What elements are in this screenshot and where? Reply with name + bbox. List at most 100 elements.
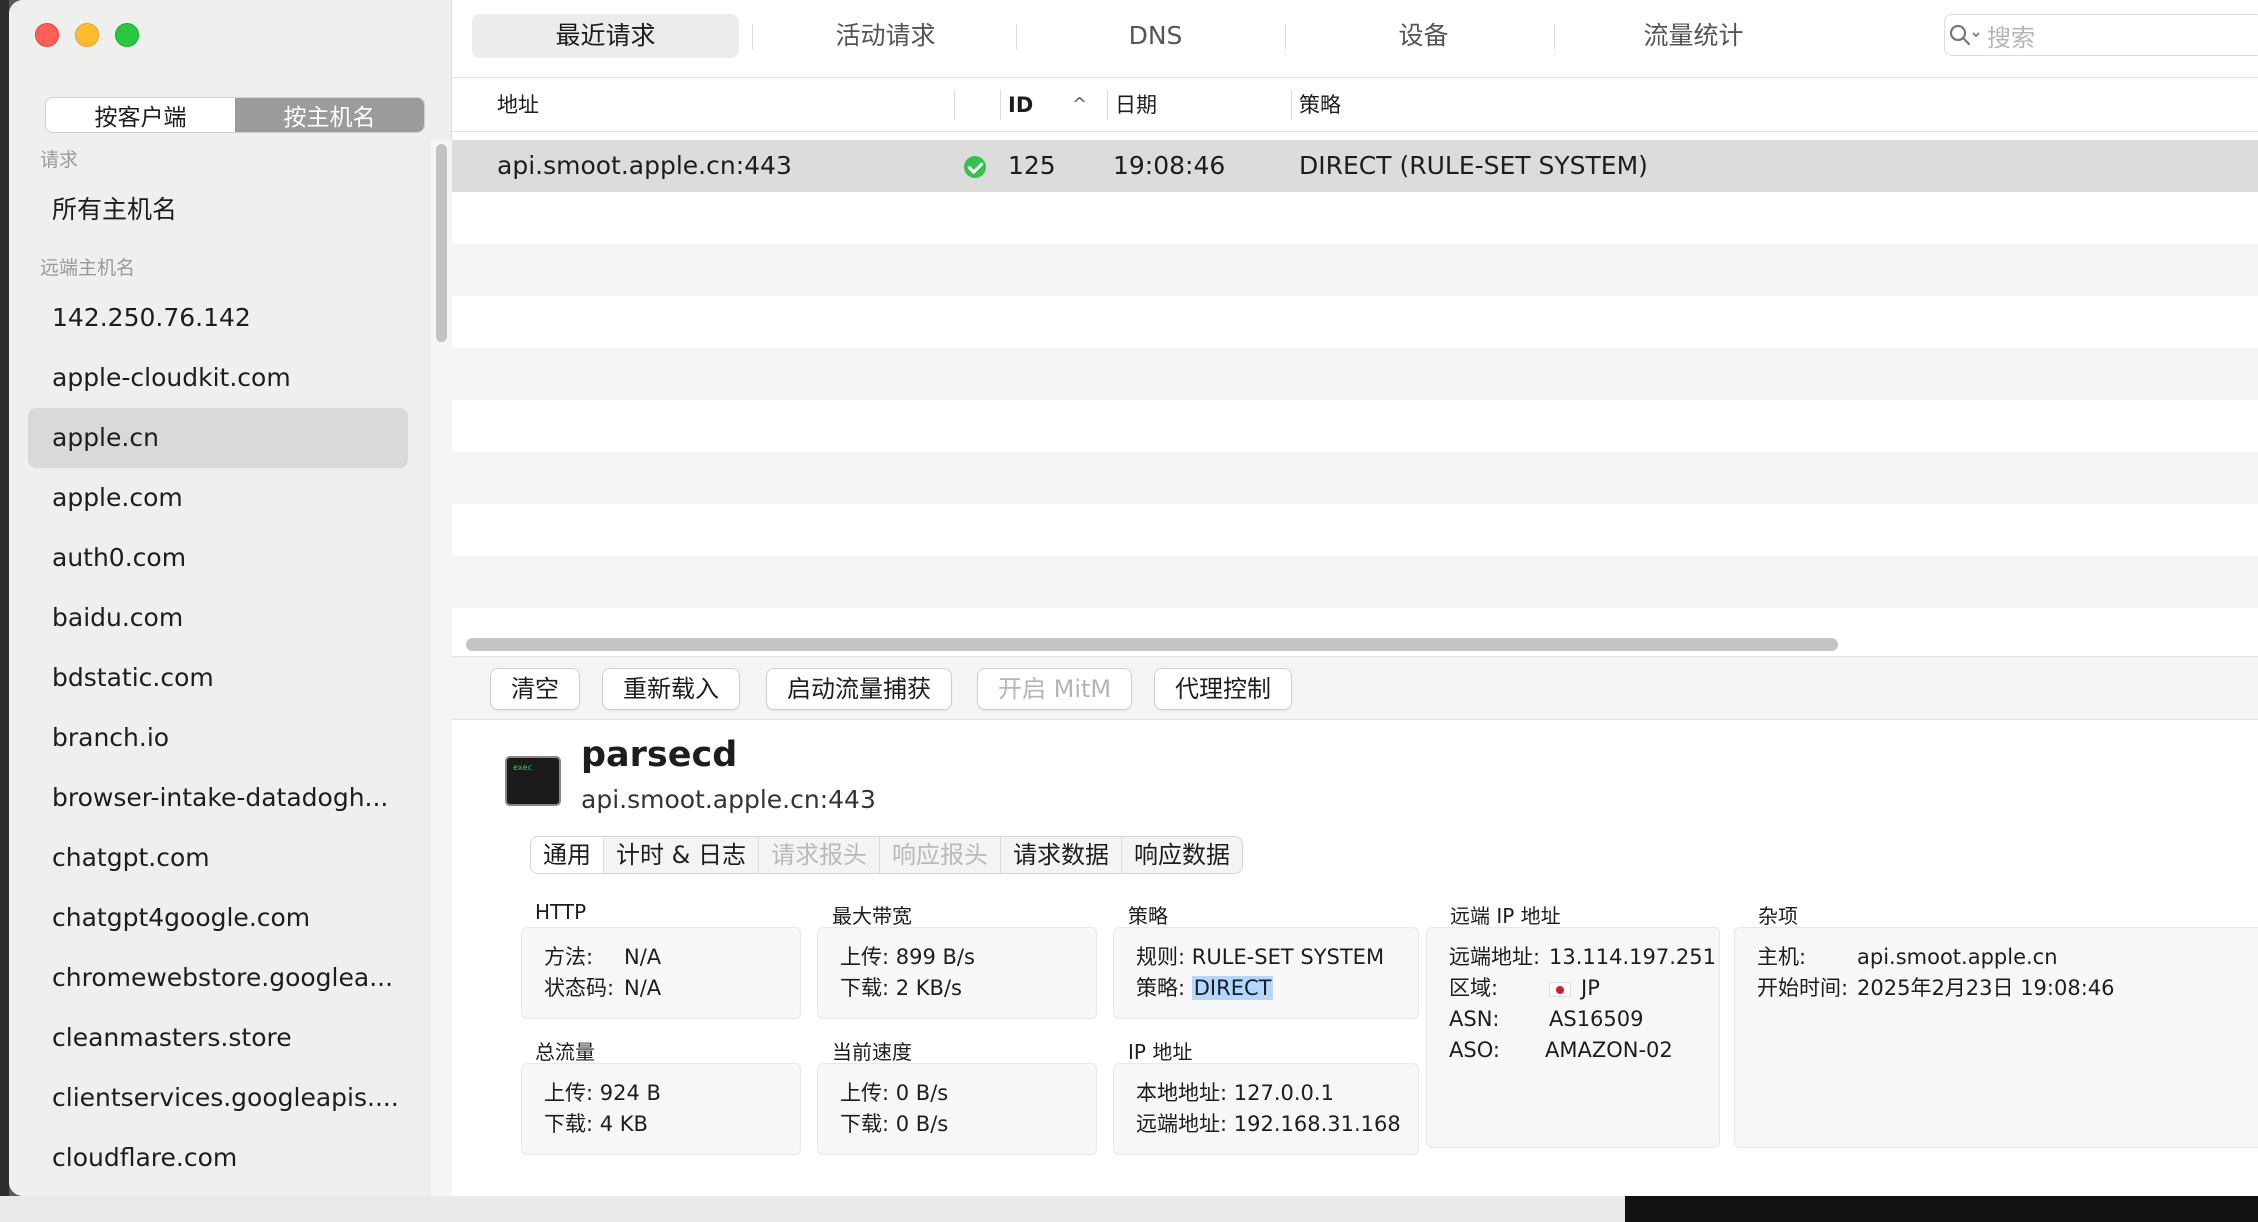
total-down: 下载: 4 KB: [544, 1112, 648, 1136]
zoom-window-button[interactable]: [115, 23, 139, 47]
sidebar-item-host[interactable]: bdstatic.com: [28, 648, 408, 708]
remote-ip-card-title: 远端 IP 地址: [1450, 904, 1561, 928]
tab-dns[interactable]: DNS: [1022, 14, 1289, 58]
action-toolbar: 清空 重新载入 启动流量捕获 开启 MitM 代理控制: [452, 656, 2258, 720]
sidebar-item-host[interactable]: baidu.com: [28, 588, 408, 648]
sidebar-scroll-thumb[interactable]: [436, 144, 447, 342]
empty-row: [452, 452, 2258, 504]
bandwidth-down: 下载: 2 KB/s: [840, 976, 962, 1000]
column-divider: [954, 90, 955, 120]
tab-recent-requests[interactable]: 最近请求: [472, 14, 739, 58]
empty-row: [452, 244, 2258, 296]
section-header-requests: 请求: [40, 149, 79, 171]
column-header-date[interactable]: 日期: [1115, 78, 1157, 132]
subtab-request-data[interactable]: 请求数据: [1001, 837, 1122, 873]
search-icon: [1945, 15, 1987, 55]
bandwidth-card: 上传: 899 B/s 下载: 2 KB/s: [817, 927, 1097, 1019]
row-id: 125: [1008, 151, 1056, 180]
sidebar-item-host[interactable]: 142.250.76.142: [28, 288, 408, 348]
search-placeholder: 搜索: [1987, 23, 2035, 52]
misc-host-key: 主机:: [1757, 945, 1807, 969]
ip-remote: 远端地址: 192.168.31.168: [1136, 1112, 1401, 1136]
region-row: 区域: JP: [1449, 973, 1719, 1004]
horizontal-scroll-thumb[interactable]: [466, 638, 1838, 651]
speed-down: 下载: 0 B/s: [840, 1112, 949, 1136]
group-by-segmented-control: 按客户端 按主机名: [45, 97, 425, 133]
table-header: 地址 ID ^ 日期 策略: [452, 78, 2258, 132]
tab-traffic-stats[interactable]: 流量统计: [1560, 14, 1827, 58]
tab-active-requests[interactable]: 活动请求: [752, 14, 1019, 58]
sidebar-item-host[interactable]: cleanmasters.store: [28, 1008, 408, 1068]
empty-row: [452, 192, 2258, 244]
sidebar-item-host[interactable]: chromewebstore.googlea...: [28, 948, 408, 1008]
http-status-row: 状态码: N/A: [544, 973, 800, 1004]
clear-button[interactable]: 清空: [490, 668, 580, 710]
column-divider: [1000, 90, 1001, 120]
ip-address-card-title: IP 地址: [1128, 1040, 1193, 1064]
exec-icon-label: exec: [513, 763, 533, 772]
subtab-timing-log[interactable]: 计时 & 日志: [604, 837, 759, 873]
speed-up: 上传: 0 B/s: [840, 1081, 949, 1105]
tab-devices[interactable]: 设备: [1290, 14, 1557, 58]
subtab-response-data[interactable]: 响应数据: [1122, 837, 1242, 873]
subtab-request-headers[interactable]: 请求报头: [759, 837, 880, 873]
sidebar-item-host[interactable]: browser-intake-datadogh...: [28, 768, 408, 828]
misc-host-value: api.smoot.apple.cn: [1857, 945, 2058, 969]
misc-card-title: 杂项: [1758, 904, 1798, 928]
table-row[interactable]: api.smoot.apple.cn:443 125 19:08:46 DIRE…: [452, 140, 2258, 192]
policy-card: 规则: RULE-SET SYSTEM 策略: DIRECT: [1113, 927, 1419, 1019]
start-capture-button[interactable]: 启动流量捕获: [766, 668, 952, 710]
asn-value: AS16509: [1549, 1007, 1644, 1031]
policy-card-title: 策略: [1128, 904, 1168, 928]
reload-button[interactable]: 重新载入: [602, 668, 740, 710]
request-table-body: api.smoot.apple.cn:443 125 19:08:46 DIRE…: [452, 140, 2258, 612]
column-header-address[interactable]: 地址: [497, 78, 539, 132]
sidebar-item-all-hosts[interactable]: 所有主机名: [28, 180, 408, 240]
segment-by-hostname[interactable]: 按主机名: [235, 98, 424, 132]
total-traffic-card: 上传: 924 B 下载: 4 KB: [521, 1063, 801, 1155]
http-card: 方法: N/A 状态码: N/A: [521, 927, 801, 1019]
sidebar-item-host[interactable]: apple.cn: [28, 408, 408, 468]
minimize-window-button[interactable]: [75, 23, 99, 47]
sidebar-scrollbar[interactable]: [429, 140, 452, 1196]
row-date: 19:08:46: [1113, 151, 1226, 180]
process-host: api.smoot.apple.cn:443: [581, 785, 876, 814]
sidebar-item-host[interactable]: clientservices.googleapis....: [28, 1068, 408, 1128]
sidebar-item-host[interactable]: chatgpt4google.com: [28, 888, 408, 948]
column-header-id[interactable]: ID: [1008, 78, 1033, 132]
subtab-response-headers[interactable]: 响应报头: [880, 837, 1001, 873]
empty-row: [452, 400, 2258, 452]
policy-value[interactable]: DIRECT: [1191, 976, 1274, 1000]
misc-card: 主机: api.smoot.apple.cn 开始时间: 2025年2月23日 19…: [1734, 927, 2258, 1148]
close-window-button[interactable]: [35, 23, 59, 47]
horizontal-scrollbar[interactable]: [452, 633, 2258, 655]
sidebar-item-host[interactable]: apple.com: [28, 468, 408, 528]
total-up: 上传: 924 B: [544, 1081, 661, 1105]
ip-local: 本地地址: 127.0.0.1: [1136, 1081, 1334, 1105]
sidebar-item-host[interactable]: branch.io: [28, 708, 408, 768]
column-header-policy[interactable]: 策略: [1299, 78, 1341, 132]
search-field[interactable]: 搜索: [1944, 14, 2258, 56]
tab-divider: [1016, 24, 1017, 50]
sidebar-item-host[interactable]: apple-cloudkit.com: [28, 348, 408, 408]
segment-by-client[interactable]: 按客户端: [46, 98, 235, 132]
proxy-control-button[interactable]: 代理控制: [1154, 668, 1292, 710]
sort-ascending-icon: ^: [1072, 94, 1088, 115]
column-divider: [1107, 90, 1108, 120]
main-panel: 最近请求 活动请求 DNS 设备 流量统计 搜索 地址 ID ^ 日期 策略 a…: [452, 0, 2258, 1196]
desktop-background: [0, 0, 9, 1222]
misc-start-value: 2025年2月23日 19:08:46: [1857, 976, 2115, 1000]
host-list: 142.250.76.142 apple-cloudkit.com apple.cn…: [9, 288, 429, 1188]
sidebar-item-host[interactable]: chatgpt.com: [28, 828, 408, 888]
sidebar-item-host[interactable]: auth0.com: [28, 528, 408, 588]
policy-key: 策略:: [1136, 976, 1186, 1000]
enable-mitm-button[interactable]: 开启 MitM: [977, 668, 1133, 710]
policy-row: 策略: DIRECT: [1136, 973, 1418, 1004]
row-policy: DIRECT (RULE-SET SYSTEM): [1299, 151, 1648, 180]
section-header-remote-hosts: 远端主机名: [40, 257, 136, 279]
detail-subtabs: 通用 计时 & 日志 请求报头 响应报头 请求数据 响应数据: [530, 836, 1243, 874]
subtab-general[interactable]: 通用: [531, 837, 604, 873]
empty-row: [452, 348, 2258, 400]
sidebar: 按客户端 按主机名 请求 所有主机名 远端主机名 142.250.76.142 a…: [9, 0, 452, 1196]
sidebar-item-host[interactable]: cloudflare.com: [28, 1128, 408, 1188]
